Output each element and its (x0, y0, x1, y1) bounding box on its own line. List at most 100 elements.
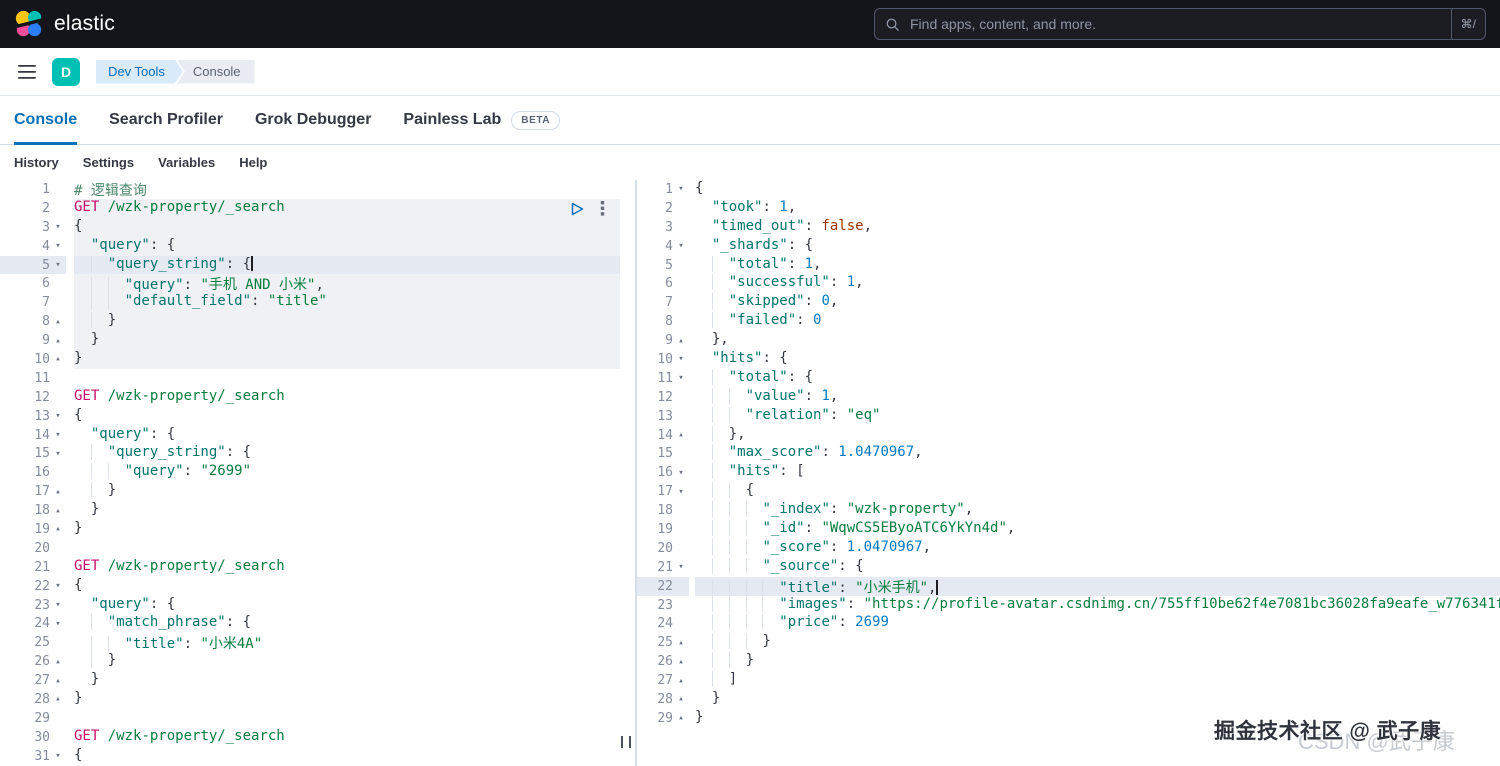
code-line[interactable]: } (74, 671, 620, 690)
space-badge[interactable]: D (52, 58, 80, 86)
code-line[interactable]: "query": { (74, 596, 620, 615)
code-line[interactable]: "query_string": { (74, 444, 620, 463)
code-line[interactable]: "_id": "WqwCS5EByoATC6YkYn4d", (695, 520, 1500, 539)
fold-toggle-icon[interactable]: ▾ (673, 354, 689, 364)
fold-toggle-icon[interactable]: ▴ (673, 657, 689, 667)
code-line[interactable]: } (695, 633, 1500, 652)
code-line[interactable]: "_index": "wzk-property", (695, 501, 1500, 520)
fold-toggle-icon[interactable]: ▾ (673, 184, 689, 194)
code-line[interactable]: } (695, 709, 1500, 728)
code-line[interactable]: "query_string": { (74, 256, 620, 275)
request-code[interactable]: # 逻辑查询GET /wzk-property/_search{ "query"… (66, 180, 620, 766)
code-line[interactable]: }, (695, 426, 1500, 445)
code-line[interactable]: } (74, 312, 620, 331)
code-line[interactable]: "total": { (695, 369, 1500, 388)
fold-toggle-icon[interactable]: ▾ (50, 222, 66, 232)
fold-toggle-icon[interactable]: ▾ (50, 449, 66, 459)
code-line[interactable]: "hits": { (695, 350, 1500, 369)
fold-toggle-icon[interactable]: ▾ (50, 241, 66, 251)
code-line[interactable]: "_score": 1.0470967, (695, 539, 1500, 558)
code-line[interactable]: "title": "小米4A" (74, 633, 620, 652)
code-line[interactable]: "value": 1, (695, 388, 1500, 407)
code-line[interactable]: "query": "2699" (74, 463, 620, 482)
send-request-button[interactable] (571, 202, 584, 216)
code-line[interactable]: GET /wzk-property/_search (74, 558, 620, 577)
code-line[interactable]: "match_phrase": { (74, 614, 620, 633)
fold-toggle-icon[interactable]: ▴ (50, 487, 66, 497)
code-line[interactable]: GET /wzk-property/_search (74, 728, 620, 747)
code-line[interactable]: } (695, 652, 1500, 671)
code-line[interactable]: "default_field": "title" (74, 293, 620, 312)
response-editor[interactable]: 1▾234▾56789▴10▾11▾121314▴1516▾17▾1819202… (637, 180, 1500, 766)
code-line[interactable]: "relation": "eq" (695, 407, 1500, 426)
fold-toggle-icon[interactable]: ▾ (50, 619, 66, 629)
code-line[interactable] (74, 709, 620, 728)
code-line[interactable]: "failed": 0 (695, 312, 1500, 331)
request-options-icon[interactable] (600, 201, 605, 216)
code-line[interactable]: { (695, 180, 1500, 199)
tab-console[interactable]: Console (14, 96, 77, 144)
code-line[interactable]: ] (695, 671, 1500, 690)
code-line[interactable]: "price": 2699 (695, 614, 1500, 633)
code-line[interactable]: { (74, 747, 620, 766)
fold-toggle-icon[interactable]: ▴ (50, 657, 66, 667)
code-line[interactable]: } (74, 482, 620, 501)
code-line[interactable]: } (74, 690, 620, 709)
menu-history[interactable]: History (14, 155, 59, 170)
tab-grok-debugger[interactable]: Grok Debugger (255, 96, 371, 144)
fold-toggle-icon[interactable]: ▴ (50, 336, 66, 346)
fold-toggle-icon[interactable]: ▴ (50, 694, 66, 704)
fold-toggle-icon[interactable]: ▾ (673, 562, 689, 572)
code-line[interactable]: "successful": 1, (695, 274, 1500, 293)
code-line[interactable]: "_source": { (695, 558, 1500, 577)
code-line[interactable]: { (74, 218, 620, 237)
code-line[interactable]: }, (695, 331, 1500, 350)
code-line[interactable]: } (74, 652, 620, 671)
code-line[interactable]: "_shards": { (695, 237, 1500, 256)
fold-toggle-icon[interactable]: ▾ (673, 468, 689, 478)
fold-toggle-icon[interactable]: ▴ (673, 430, 689, 440)
tab-search-profiler[interactable]: Search Profiler (109, 96, 223, 144)
menu-help[interactable]: Help (239, 155, 267, 170)
request-editor[interactable]: 123▾4▾5▾678▴9▴10▴111213▾14▾15▾1617▴18▴19… (0, 180, 637, 766)
response-code[interactable]: { "took": 1, "timed_out": false, "_shard… (689, 180, 1500, 766)
code-line[interactable]: GET /wzk-property/_search (74, 199, 620, 218)
code-line[interactable]: "query": { (74, 237, 620, 256)
brand-title[interactable]: elastic (54, 12, 115, 36)
fold-toggle-icon[interactable]: ▾ (673, 487, 689, 497)
fold-toggle-icon[interactable]: ▴ (673, 676, 689, 686)
code-line[interactable] (74, 369, 620, 388)
code-line[interactable]: "timed_out": false, (695, 218, 1500, 237)
code-line[interactable]: } (74, 520, 620, 539)
fold-toggle-icon[interactable]: ▴ (50, 506, 66, 516)
fold-toggle-icon[interactable]: ▴ (673, 336, 689, 346)
code-line[interactable]: { (695, 482, 1500, 501)
fold-toggle-icon[interactable]: ▴ (673, 638, 689, 648)
fold-toggle-icon[interactable]: ▾ (50, 411, 66, 421)
code-line[interactable]: { (74, 407, 620, 426)
code-line[interactable]: # 逻辑查询 (74, 180, 620, 199)
tab-painless-lab[interactable]: Painless Lab BETA (403, 96, 560, 144)
fold-toggle-icon[interactable]: ▾ (50, 751, 66, 761)
code-line[interactable]: { (74, 577, 620, 596)
code-line[interactable]: GET /wzk-property/_search (74, 388, 620, 407)
menu-hamburger-icon[interactable] (18, 65, 36, 79)
fold-toggle-icon[interactable]: ▴ (50, 676, 66, 686)
menu-variables[interactable]: Variables (158, 155, 215, 170)
code-line[interactable] (74, 539, 620, 558)
code-line[interactable]: "max_score": 1.0470967, (695, 444, 1500, 463)
fold-toggle-icon[interactable]: ▴ (50, 317, 66, 327)
fold-toggle-icon[interactable]: ▾ (50, 260, 66, 270)
breadcrumb-dev-tools[interactable]: Dev Tools (96, 60, 183, 84)
fold-toggle-icon[interactable]: ▾ (673, 241, 689, 251)
fold-toggle-icon[interactable]: ▾ (50, 430, 66, 440)
code-line[interactable]: "images": "https://profile-avatar.csdnim… (695, 596, 1500, 615)
search-input[interactable] (908, 15, 1443, 33)
elastic-logo-icon[interactable] (14, 9, 44, 39)
code-line[interactable]: "query": "手机 AND 小米", (74, 274, 620, 293)
fold-toggle-icon[interactable]: ▴ (673, 713, 689, 723)
fold-toggle-icon[interactable]: ▾ (673, 373, 689, 383)
code-line[interactable]: } (74, 350, 620, 369)
fold-toggle-icon[interactable]: ▾ (50, 600, 66, 610)
split-drag-handle-icon[interactable] (621, 736, 631, 748)
